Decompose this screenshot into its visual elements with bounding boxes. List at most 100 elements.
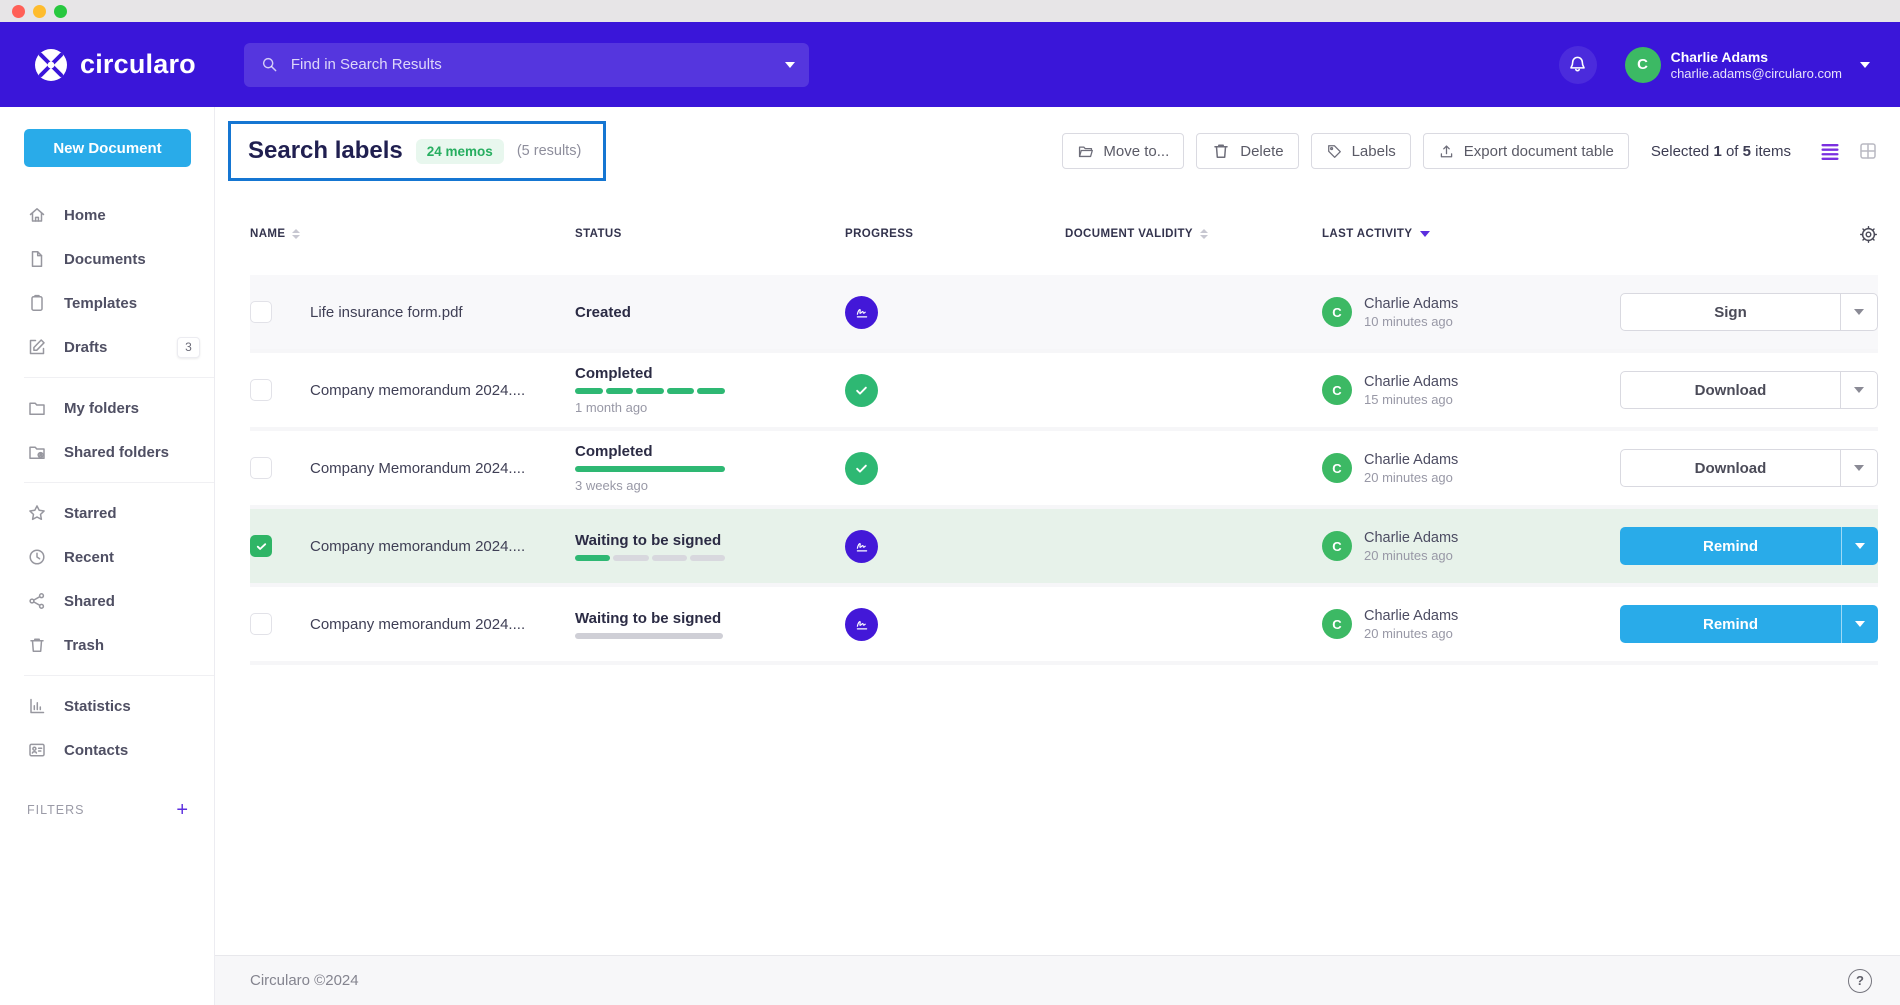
row-checkbox[interactable] [250, 457, 272, 479]
window-zoom-button[interactable] [54, 5, 67, 18]
document-name[interactable]: Company memorandum 2024.... [310, 382, 575, 399]
column-header-status[interactable]: STATUS [575, 228, 845, 240]
action-button[interactable]: Remind [1620, 605, 1878, 643]
sidebar-item-shared[interactable]: Shared [0, 579, 214, 623]
sidebar-item-home[interactable]: Home [0, 193, 214, 237]
sidebar-item-label: Statistics [64, 698, 131, 715]
sort-icon[interactable] [292, 229, 300, 239]
actor-name: Charlie Adams [1364, 295, 1458, 315]
sidebar-item-drafts[interactable]: Drafts3 [0, 325, 214, 369]
export-icon [1438, 143, 1455, 160]
sidebar-item-label: Shared [64, 593, 115, 610]
labels-button[interactable]: Labels [1311, 133, 1411, 169]
action-button[interactable]: Download [1620, 371, 1878, 409]
activity-time: 20 minutes ago [1364, 470, 1458, 485]
action-dropdown-caret[interactable] [1840, 294, 1877, 330]
search-input[interactable] [291, 56, 773, 73]
sidebar-item-templates[interactable]: Templates [0, 281, 214, 325]
column-header-progress[interactable]: PROGRESS [845, 228, 1065, 240]
signature-icon [845, 296, 878, 329]
row-checkbox[interactable] [250, 301, 272, 323]
sidebar-item-trash[interactable]: Trash [0, 623, 214, 667]
actor-name: Charlie Adams [1364, 451, 1458, 471]
table-row[interactable]: Life insurance form.pdf Created C Charli… [250, 275, 1878, 353]
table-row[interactable]: Company memorandum 2024.... Completed 1 … [250, 353, 1878, 431]
app-header: circularo C Charlie Adams charlie.adams@… [0, 22, 1900, 107]
signature-icon [845, 608, 878, 641]
sidebar-item-statistics[interactable]: Statistics [0, 684, 214, 728]
status-text: Completed [575, 443, 845, 460]
action-dropdown-caret[interactable] [1841, 605, 1878, 643]
circularo-logo-icon [32, 46, 70, 84]
page-title: Search labels [248, 137, 403, 165]
column-header-name[interactable]: NAME [250, 228, 575, 240]
window-minimize-button[interactable] [33, 5, 46, 18]
global-search[interactable] [244, 43, 809, 87]
activity-time: 20 minutes ago [1364, 626, 1458, 641]
sidebar-item-label: Recent [64, 549, 114, 566]
action-button[interactable]: Download [1620, 449, 1878, 487]
search-dropdown-icon[interactable] [785, 62, 795, 68]
action-dropdown-caret[interactable] [1840, 372, 1877, 408]
action-dropdown-caret[interactable] [1841, 527, 1878, 565]
row-checkbox[interactable] [250, 535, 272, 557]
sidebar-item-my-folders[interactable]: My folders [0, 386, 214, 430]
status-cell: Completed 1 month ago [575, 365, 845, 415]
activity-time: 10 minutes ago [1364, 314, 1458, 329]
avatar: C [1322, 609, 1352, 639]
status-cell: Waiting to be signed [575, 610, 845, 639]
chart-icon [27, 696, 47, 716]
sidebar-divider [24, 482, 214, 483]
move-to-button[interactable]: Move to... [1062, 133, 1184, 169]
add-filter-icon[interactable]: + [176, 800, 188, 820]
document-name[interactable]: Life insurance form.pdf [310, 304, 575, 321]
search-icon [260, 55, 279, 74]
table-row[interactable]: Company memorandum 2024.... Waiting to b… [250, 509, 1878, 587]
brand-logo[interactable]: circularo [32, 46, 196, 84]
sidebar-item-starred[interactable]: Starred [0, 491, 214, 535]
filters-section: FILTERS + [0, 800, 214, 820]
document-name[interactable]: Company Memorandum 2024.... [310, 460, 575, 477]
export-document-table-button[interactable]: Export document table [1423, 133, 1629, 169]
user-menu[interactable]: C Charlie Adams charlie.adams@circularo.… [1625, 47, 1870, 83]
document-name[interactable]: Company memorandum 2024.... [310, 538, 575, 555]
sidebar-item-label: Templates [64, 295, 137, 312]
status-cell: Completed 3 weeks ago [575, 443, 845, 493]
table-row[interactable]: Company Memorandum 2024.... Completed 3 … [250, 431, 1878, 509]
user-avatar: C [1625, 47, 1661, 83]
sidebar-item-contacts[interactable]: Contacts [0, 728, 214, 772]
copyright-text: Circularo ©2024 [250, 972, 359, 989]
window-close-button[interactable] [12, 5, 25, 18]
sidebar-item-label: Documents [64, 251, 146, 268]
completed-check-icon [845, 452, 878, 485]
sidebar-item-recent[interactable]: Recent [0, 535, 214, 579]
grid-view-icon[interactable] [1858, 141, 1878, 161]
new-document-button[interactable]: New Document [24, 129, 191, 167]
avatar: C [1322, 375, 1352, 405]
delete-button[interactable]: Delete [1196, 133, 1298, 169]
folder-icon [27, 398, 47, 418]
sort-icon[interactable] [1200, 229, 1208, 239]
document-name[interactable]: Company memorandum 2024.... [310, 616, 575, 633]
selection-summary: Selected 1 of 5 items [1651, 143, 1791, 160]
edit-icon [27, 337, 47, 357]
column-header-document-validity[interactable]: DOCUMENT VALIDITY [1065, 228, 1322, 240]
help-button[interactable]: ? [1848, 969, 1872, 993]
sidebar-item-documents[interactable]: Documents [0, 237, 214, 281]
table-body: Life insurance form.pdf Created C Charli… [250, 275, 1878, 665]
notifications-button[interactable] [1559, 46, 1597, 84]
row-checkbox[interactable] [250, 379, 272, 401]
bell-icon [1567, 54, 1588, 75]
bulk-actions-toolbar: Move to... Delete Labels Export document… [1062, 133, 1878, 169]
list-view-icon[interactable] [1819, 142, 1841, 161]
progress-bar [575, 466, 725, 472]
last-activity-cell: C Charlie Adams 10 minutes ago [1322, 295, 1620, 330]
column-header-last-activity[interactable]: LAST ACTIVITY [1322, 228, 1620, 240]
action-button[interactable]: Sign [1620, 293, 1878, 331]
table-row[interactable]: Company memorandum 2024.... Waiting to b… [250, 587, 1878, 665]
action-dropdown-caret[interactable] [1840, 450, 1877, 486]
table-settings-gear-icon[interactable] [1859, 225, 1878, 244]
sidebar-item-shared-folders[interactable]: Shared folders [0, 430, 214, 474]
row-checkbox[interactable] [250, 613, 272, 635]
action-button[interactable]: Remind [1620, 527, 1878, 565]
